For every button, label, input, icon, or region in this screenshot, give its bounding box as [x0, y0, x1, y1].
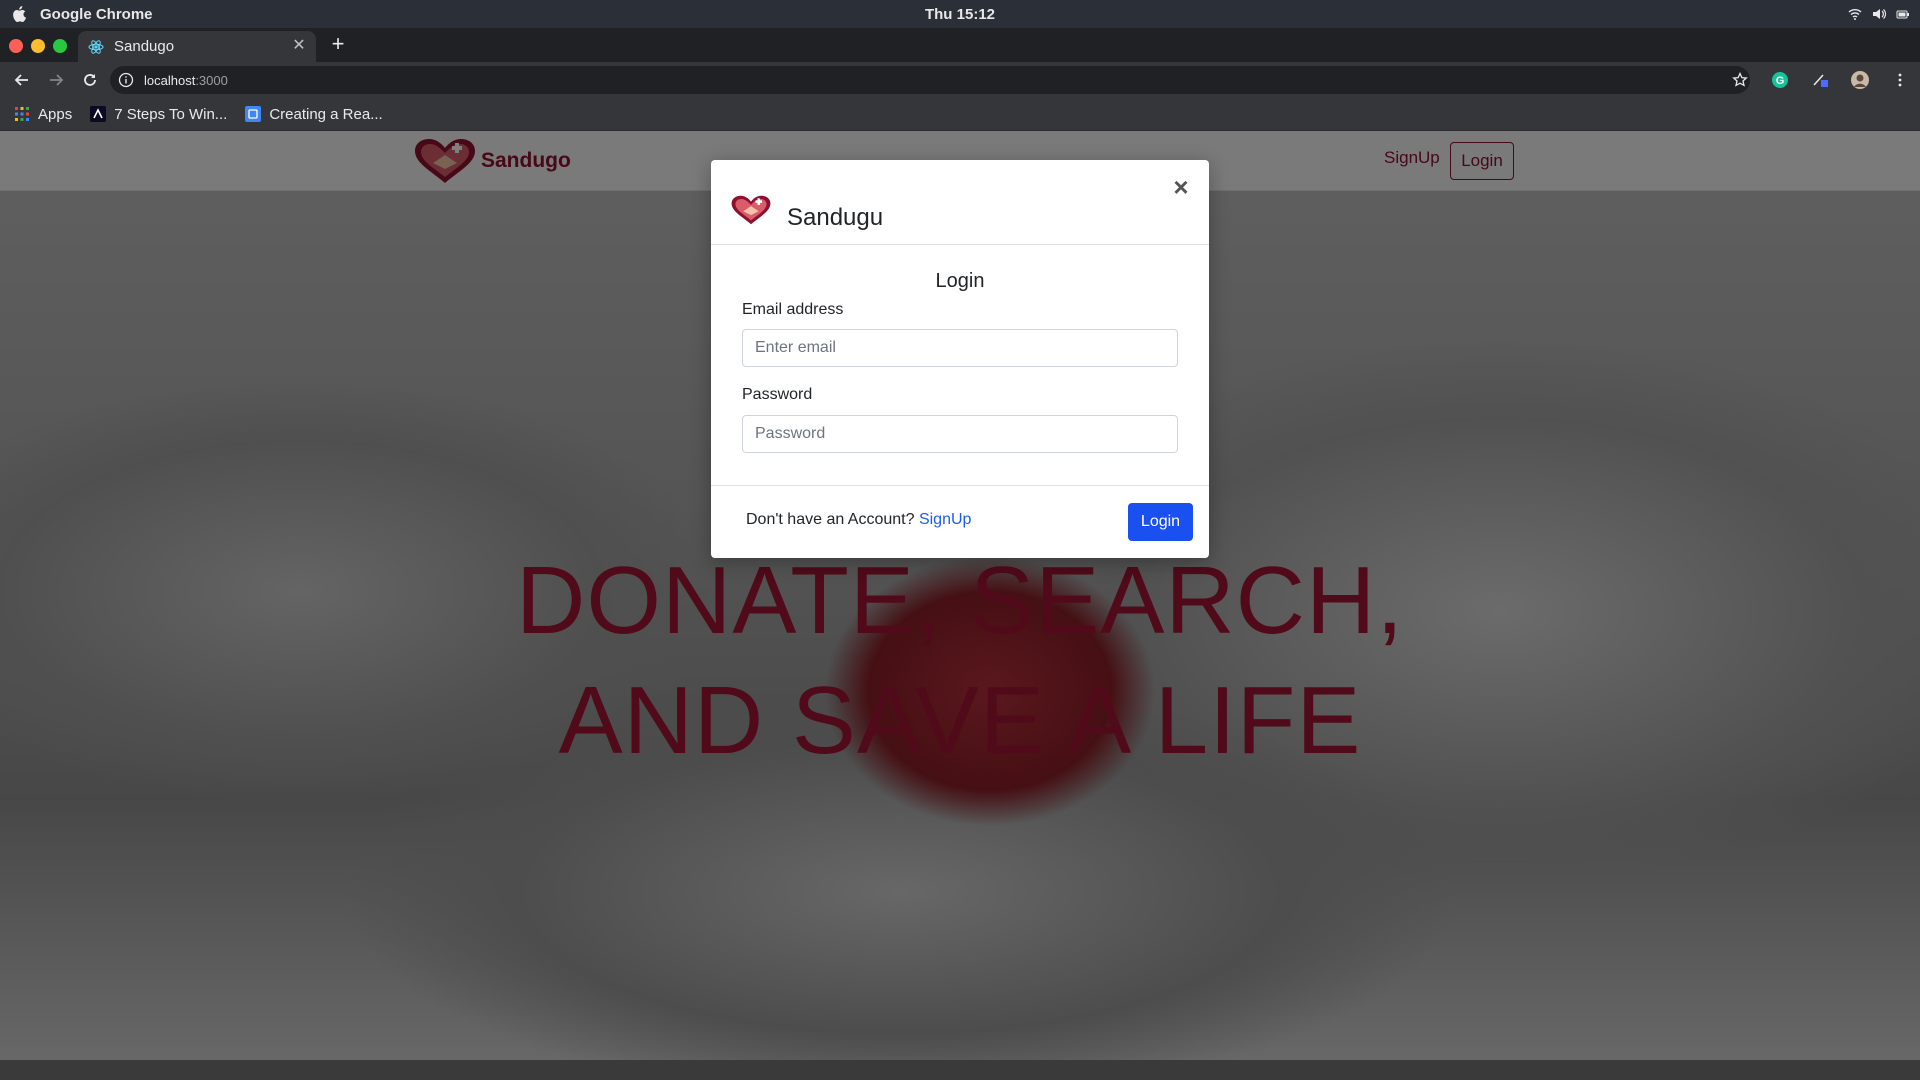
grammarly-extension-icon[interactable]: G [1770, 70, 1790, 90]
signup-prompt-text: Don't have an Account? [746, 511, 919, 528]
address-bar[interactable]: localhost:3000 [110, 66, 1750, 94]
heart-logo-icon [729, 192, 773, 228]
extension-icon[interactable] [1810, 70, 1830, 90]
bookmark-label: Apps [38, 105, 73, 123]
bookmark-doc-icon [245, 106, 262, 122]
modal-body: Login Email address Password [711, 245, 1209, 486]
os-tray [1848, 0, 1910, 28]
wifi-icon[interactable] [1848, 7, 1862, 21]
bookmark-label: 7 Steps To Win... [114, 105, 228, 123]
email-field[interactable] [742, 329, 1178, 367]
login-modal: Sandugu × Login Email address Password D… [711, 160, 1209, 558]
bookmark-apps[interactable]: Apps [14, 106, 72, 123]
os-menu-bar: Google Chrome Thu 15:12 [0, 0, 1920, 28]
browser-tab-active[interactable]: Sandugo ✕ [78, 31, 316, 62]
apple-icon[interactable] [10, 5, 28, 23]
web-page: DONATE, SEARCH, AND SAVE A LIFE Sandugo … [0, 131, 1920, 1060]
reload-button[interactable] [78, 68, 102, 92]
close-window-button[interactable] [9, 39, 23, 53]
browser-toolbar: localhost:3000 G [0, 62, 1920, 98]
apps-grid-icon [14, 106, 30, 122]
new-tab-button[interactable]: + [326, 33, 350, 57]
maximize-window-button[interactable] [53, 39, 67, 53]
signup-prompt: Don't have an Account? SignUp [746, 511, 971, 529]
bookmark-a-icon [90, 106, 107, 122]
tab-close-icon[interactable]: ✕ [290, 37, 308, 55]
info-icon[interactable] [118, 72, 134, 88]
login-submit-button[interactable]: Login [1128, 503, 1193, 541]
bookmarks-bar: Apps 7 Steps To Win... Creating a Rea... [0, 98, 1920, 131]
os-clock: Thu 15:12 [924, 5, 996, 23]
modal-title: Sandugu [787, 204, 884, 231]
bookmark-7-steps[interactable]: 7 Steps To Win... [90, 106, 227, 123]
password-field[interactable] [742, 415, 1178, 453]
close-icon[interactable]: × [1169, 174, 1193, 200]
signup-link[interactable]: SignUp [919, 511, 971, 528]
minimize-window-button[interactable] [31, 39, 45, 53]
os-app-name[interactable]: Google Chrome [40, 6, 153, 23]
menu-kebab-icon[interactable] [1890, 70, 1910, 90]
tab-title: Sandugo [114, 38, 175, 55]
url-port: :3000 [195, 72, 228, 88]
bookmark-label: Creating a Rea... [269, 105, 383, 123]
browser-tab-strip: Sandugo ✕ + [0, 28, 1920, 62]
modal-footer: Don't have an Account? SignUp Login [711, 486, 1209, 558]
page-bottom-strip [0, 1060, 1920, 1080]
back-button[interactable] [10, 68, 34, 92]
react-favicon-icon [88, 39, 104, 55]
bookmark-star-icon[interactable] [1730, 70, 1750, 90]
form-heading: Login [935, 270, 985, 292]
battery-icon[interactable] [1896, 7, 1910, 21]
volume-icon[interactable] [1872, 7, 1887, 21]
email-label: Email address [742, 301, 844, 318]
password-label: Password [742, 386, 813, 403]
toolbar-extensions: G [1730, 66, 1910, 94]
svg-text:G: G [1776, 75, 1785, 87]
forward-button[interactable] [44, 68, 68, 92]
url-host: localhost [144, 72, 196, 88]
profile-avatar-icon[interactable] [1850, 70, 1870, 90]
bookmark-creating-a-rea[interactable]: Creating a Rea... [245, 105, 383, 123]
modal-header: Sandugu × [711, 160, 1209, 245]
window-controls [9, 39, 67, 53]
